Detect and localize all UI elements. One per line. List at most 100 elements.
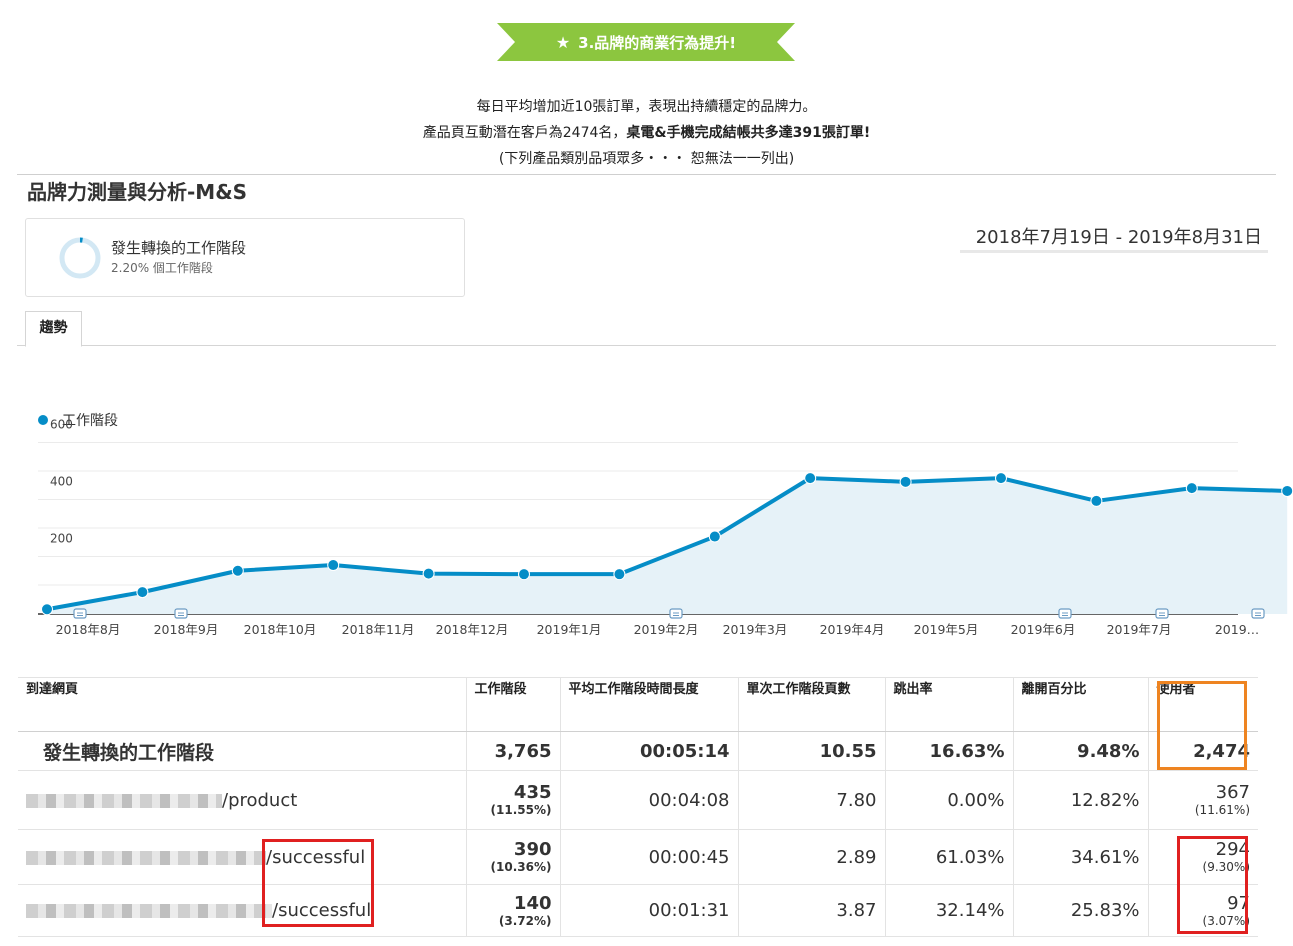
total-pages-per-session: 10.55 bbox=[737, 731, 885, 771]
x-tick-label: 2018年8月 bbox=[56, 622, 121, 637]
redacted-domain bbox=[26, 793, 222, 808]
header-bounce-rate[interactable]: 跳出率 bbox=[884, 677, 1013, 732]
annotation-marker-icon[interactable] bbox=[1155, 608, 1169, 619]
x-tick-label: 2019年5月 bbox=[914, 622, 979, 637]
avg-duration-cell: 00:04:08 bbox=[559, 770, 738, 830]
annotation-marker-icon[interactable] bbox=[669, 608, 683, 619]
x-tick-label: 2019年4月 bbox=[820, 622, 885, 637]
data-point[interactable] bbox=[1090, 494, 1103, 507]
sessions-percent: (3.72%) bbox=[498, 913, 552, 928]
header-landing-page[interactable]: 到達網頁 bbox=[18, 677, 466, 732]
total-avg-duration: 00:05:14 bbox=[559, 731, 738, 771]
banner-title: 3.品牌的商業行為提升! bbox=[578, 33, 737, 52]
header-exit-rate[interactable]: 離開百分比 bbox=[1012, 677, 1148, 732]
x-tick-label: 2019年6月 bbox=[1011, 622, 1076, 637]
sessions-cell: 435 (11.55%) bbox=[465, 770, 560, 830]
landing-page-cell[interactable]: /successful bbox=[18, 829, 466, 885]
tab-divider bbox=[17, 345, 1276, 346]
intro-line-3: (下列產品類別品項眾多・・・ 恕無法一一列出) bbox=[498, 151, 795, 167]
intro-line-2-plain: 產品頁互動潛在客戶為2474名， bbox=[422, 125, 627, 141]
pages-per-session-cell: 7.80 bbox=[737, 770, 885, 830]
data-point[interactable] bbox=[327, 559, 340, 572]
data-point[interactable] bbox=[1185, 482, 1198, 495]
x-tick-label: 2018年12月 bbox=[436, 622, 509, 637]
annotation-marker-icon[interactable] bbox=[73, 608, 87, 619]
users-value: 367 bbox=[1215, 782, 1250, 803]
segment-subtitle: 2.20% 個工作階段 bbox=[111, 261, 213, 275]
data-point[interactable] bbox=[422, 567, 435, 580]
avg-duration-cell: 00:01:31 bbox=[559, 884, 738, 937]
landing-page-path[interactable]: /successful bbox=[272, 900, 371, 921]
bounce-rate-cell: 61.03% bbox=[884, 829, 1013, 885]
users-cell: 294 (9.30%) bbox=[1147, 829, 1258, 885]
data-point[interactable] bbox=[41, 603, 53, 616]
sessions-value: 390 bbox=[513, 839, 552, 860]
pages-per-session-cell: 3.87 bbox=[737, 884, 885, 937]
data-point[interactable] bbox=[613, 568, 626, 581]
header-sessions[interactable]: 工作階段 bbox=[465, 677, 560, 732]
tab-trend[interactable]: 趨勢 bbox=[25, 311, 82, 347]
data-point[interactable] bbox=[804, 472, 817, 485]
sessions-percent: (10.36%) bbox=[490, 860, 552, 874]
users-percent: (3.07%) bbox=[1202, 913, 1250, 928]
total-sessions: 3,765 bbox=[465, 731, 560, 771]
header-pages-per-session[interactable]: 單次工作階段頁數 bbox=[737, 677, 885, 732]
y-tick-label: 600 bbox=[50, 418, 73, 432]
bounce-rate-cell: 0.00% bbox=[884, 770, 1013, 830]
sessions-chart: 2018年8月 2018年9月 2018年10月 2018年11月 2018年12月 20… bbox=[38, 418, 1293, 637]
landing-page-cell[interactable]: /successful bbox=[18, 884, 466, 937]
x-tick-label: 2018年9月 bbox=[154, 622, 219, 637]
sessions-percent: (11.55%) bbox=[490, 803, 552, 817]
x-tick-label: 2019年1月 bbox=[537, 622, 602, 637]
data-point[interactable] bbox=[1281, 484, 1293, 497]
header-avg-duration[interactable]: 平均工作階段時間長度 bbox=[559, 677, 738, 732]
users-cell: 97 (3.07%) bbox=[1147, 884, 1258, 937]
users-cell: 367 (11.61%) bbox=[1147, 770, 1258, 830]
data-point[interactable] bbox=[231, 564, 244, 577]
x-tick-label: 2019年7月 bbox=[1107, 622, 1172, 637]
intro-line-2-bold: 桌電&手機完成結帳共多達391張訂單! bbox=[626, 125, 871, 141]
data-point[interactable] bbox=[136, 586, 149, 599]
annotation-marker-icon[interactable] bbox=[174, 608, 188, 619]
annotation-marker-icon[interactable] bbox=[1058, 608, 1072, 619]
exit-rate-cell: 25.83% bbox=[1012, 884, 1148, 937]
total-bounce-rate: 16.63% bbox=[884, 731, 1013, 771]
x-tick-label: 2018年10月 bbox=[244, 622, 317, 637]
total-users: 2,474 bbox=[1147, 731, 1258, 771]
x-tick-label: 2019年3月 bbox=[723, 622, 788, 637]
data-point[interactable] bbox=[518, 568, 530, 581]
landing-page-table: 到達網頁 工作階段 平均工作階段時間長度 單次工作階段頁數 跳出率 離開百分比 … bbox=[18, 677, 1258, 937]
redacted-domain bbox=[26, 850, 266, 865]
total-label: 發生轉換的工作階段 bbox=[18, 731, 466, 771]
sessions-value: 435 bbox=[513, 782, 552, 803]
segment-name: 發生轉換的工作階段 bbox=[111, 239, 247, 257]
redacted-domain bbox=[26, 904, 272, 918]
table-row[interactable]: /successful 140 (3.72%) 00:01:31 3.87 32… bbox=[18, 884, 1258, 937]
table-row[interactable]: /product 435 (11.55%) 00:04:08 7.80 0.00… bbox=[18, 770, 1258, 830]
date-range-picker[interactable]: 2018年7月19日 - 2019年8月31日 bbox=[960, 223, 1268, 253]
section-banner: ★ 3.品牌的商業行為提升! bbox=[497, 23, 795, 61]
data-point[interactable] bbox=[708, 530, 721, 543]
header-users[interactable]: 使用者 bbox=[1147, 677, 1258, 732]
landing-page-cell[interactable]: /product bbox=[18, 770, 466, 830]
table-row[interactable]: /successful 390 (10.36%) 00:00:45 2.89 6… bbox=[18, 829, 1258, 885]
divider bbox=[17, 174, 1276, 175]
x-tick-label: 2019… bbox=[1215, 622, 1259, 637]
data-point[interactable] bbox=[899, 475, 912, 488]
intro-line-2: 產品頁互動潛在客戶為2474名，桌電&手機完成結帳共多達391張訂單! bbox=[0, 122, 1293, 142]
annotation-marker-icon[interactable] bbox=[1251, 608, 1265, 619]
users-percent: (9.30%) bbox=[1202, 860, 1250, 874]
x-tick-label: 2018年11月 bbox=[342, 622, 415, 637]
landing-page-path[interactable]: /product bbox=[222, 790, 297, 811]
total-row: 發生轉換的工作階段 3,765 00:05:14 10.55 16.63% 9.… bbox=[18, 731, 1258, 771]
users-value: 97 bbox=[1227, 892, 1250, 914]
star-icon: ★ bbox=[555, 32, 571, 52]
data-point[interactable] bbox=[995, 472, 1007, 485]
segment-card[interactable]: 發生轉換的工作階段 2.20% 個工作階段 bbox=[25, 218, 465, 297]
y-tick-label: 200 bbox=[50, 532, 73, 546]
sessions-cell: 140 (3.72%) bbox=[465, 884, 560, 937]
total-exit-rate: 9.48% bbox=[1012, 731, 1148, 771]
landing-page-path[interactable]: /successful bbox=[266, 847, 365, 868]
sessions-value: 140 bbox=[513, 892, 552, 914]
y-tick-label: 400 bbox=[50, 475, 73, 489]
